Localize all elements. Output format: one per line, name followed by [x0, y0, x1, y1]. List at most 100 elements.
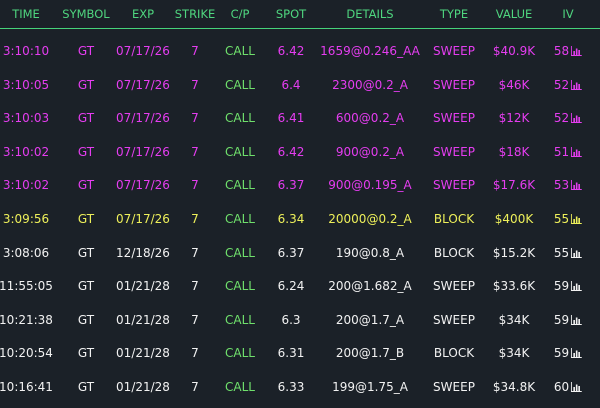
- cell-symbol: GT: [77, 111, 95, 126]
- iv-value: 51: [553, 144, 570, 159]
- cell-time: 10:21:38: [0, 312, 53, 327]
- cell-exp: 01/21/28: [116, 380, 170, 394]
- cell-cp: CALL: [225, 380, 255, 394]
- table-row[interactable]: 10:16:41 GT 01/21/28 7 CALL 6.33 199@1.75_A SWE…: [0, 370, 600, 404]
- table-row[interactable]: 10:21:38 GT 01/21/28 7 CALL 6.3 200@1.7_A SWEEP…: [0, 303, 600, 337]
- bar-chart-icon[interactable]: [571, 46, 583, 56]
- cell-type: SWEEP: [433, 77, 475, 92]
- bar-chart-icon[interactable]: [571, 281, 583, 292]
- cell-details: 600@0.2_A: [335, 111, 405, 126]
- table-row[interactable]: 10:20:54 GT 01/21/28 7 CALL 6.31 200@1.7_B BLOC…: [0, 336, 600, 370]
- header-symbol[interactable]: SYMBOL: [62, 0, 109, 28]
- cell-type: BLOCK: [433, 346, 475, 361]
- cell-time: 3:08:06: [2, 245, 50, 260]
- cell-exp: 12/18/26: [116, 245, 170, 260]
- header-spot[interactable]: SPOT: [276, 0, 306, 28]
- header-time[interactable]: TIME: [12, 0, 40, 28]
- cell-exp: 01/21/28: [116, 279, 170, 294]
- iv-value: 55: [553, 245, 570, 260]
- cell-iv: 59: [553, 303, 583, 337]
- cell-strike: 7: [191, 44, 199, 58]
- cell-cp: CALL: [225, 144, 255, 159]
- bar-chart-icon[interactable]: [571, 214, 583, 224]
- cell-symbol: GT: [77, 312, 95, 327]
- cell-type: BLOCK: [433, 212, 475, 226]
- bar-chart-icon[interactable]: [571, 79, 583, 90]
- cell-time: 3:10:05: [2, 77, 50, 92]
- cell-iv: 59: [553, 336, 583, 370]
- bar-chart-icon[interactable]: [571, 247, 583, 258]
- table-row[interactable]: 3:10:03 GT 07/17/26 7 CALL 6.41 600@0.2_A SWEEP…: [0, 101, 600, 135]
- cell-type: BLOCK: [433, 245, 475, 260]
- cell-type: SWEEP: [433, 44, 475, 58]
- cell-iv: 55: [553, 202, 583, 236]
- table-row[interactable]: 3:10:10 GT 07/17/26 7 CALL 6.42 1659@0.246_AA S…: [0, 34, 600, 68]
- cell-strike: 7: [191, 77, 199, 92]
- cell-value: $18K: [498, 144, 530, 159]
- cell-iv: 60: [553, 370, 583, 404]
- cell-symbol: GT: [77, 44, 95, 58]
- table-row[interactable]: 3:10:02 GT 07/17/26 7 CALL 6.37 900@0.195_A SWE…: [0, 168, 600, 202]
- cell-spot: 6.34: [277, 212, 305, 226]
- cell-time: 3:10:03: [2, 111, 50, 126]
- header-type[interactable]: TYPE: [440, 0, 468, 28]
- cell-value: $34K: [498, 312, 530, 327]
- table-row[interactable]: 3:09:56 GT 07/17/26 7 CALL 6.34 20000@0.2_A BLO…: [0, 202, 600, 236]
- cell-exp: 07/17/26: [116, 77, 170, 92]
- bar-chart-icon[interactable]: [571, 382, 583, 392]
- cell-symbol: GT: [77, 346, 95, 361]
- bar-chart-icon[interactable]: [571, 314, 583, 325]
- cell-details: 2300@0.2_A: [332, 77, 408, 92]
- bar-chart-icon[interactable]: [571, 348, 583, 359]
- cell-strike: 7: [191, 144, 199, 159]
- cell-strike: 7: [191, 245, 199, 260]
- header-exp[interactable]: EXP: [132, 0, 154, 28]
- cell-time: 3:10:02: [2, 178, 50, 193]
- cell-iv: 52: [553, 68, 583, 102]
- cell-symbol: GT: [77, 380, 95, 394]
- cell-strike: 7: [191, 346, 199, 361]
- cell-cp: CALL: [225, 111, 255, 126]
- cell-symbol: GT: [77, 77, 95, 92]
- cell-cp: CALL: [225, 312, 255, 327]
- bar-chart-icon[interactable]: [571, 146, 583, 157]
- header-details[interactable]: DETAILS: [346, 0, 393, 28]
- iv-value: 52: [553, 77, 570, 92]
- header-iv[interactable]: IV: [562, 0, 573, 28]
- header-strike[interactable]: STRIKE: [175, 0, 216, 28]
- cell-symbol: GT: [77, 178, 95, 193]
- cell-symbol: GT: [77, 144, 95, 159]
- cell-time: 3:09:56: [2, 212, 50, 226]
- cell-spot: 6.37: [277, 178, 305, 193]
- table-row[interactable]: 3:10:02 GT 07/17/26 7 CALL 6.42 900@0.2_A SWEEP…: [0, 135, 600, 169]
- table-row[interactable]: 11:55:05 GT 01/21/28 7 CALL 6.24 200@1.682_A SW…: [0, 269, 600, 303]
- cell-details: 200@1.7_B: [335, 346, 405, 361]
- cell-cp: CALL: [225, 346, 255, 361]
- cell-value: $34K: [498, 346, 530, 361]
- iv-value: 59: [553, 312, 570, 327]
- table-row[interactable]: 3:10:05 GT 07/17/26 7 CALL 6.4 2300@0.2_A SWEEP…: [0, 68, 600, 102]
- iv-value: 59: [553, 346, 570, 361]
- cell-details: 900@0.195_A: [328, 178, 412, 193]
- iv-value: 58: [553, 44, 570, 58]
- cell-value: $33.6K: [492, 279, 536, 294]
- header-value[interactable]: VALUE: [496, 0, 533, 28]
- bar-chart-icon[interactable]: [571, 113, 583, 124]
- cell-exp: 07/17/26: [116, 212, 170, 226]
- cell-spot: 6.33: [277, 380, 305, 394]
- cell-strike: 7: [191, 212, 199, 226]
- cell-symbol: GT: [77, 279, 95, 294]
- cell-time: 3:10:10: [2, 44, 50, 58]
- cell-iv: 59: [554, 269, 583, 303]
- cell-spot: 6.37: [277, 245, 305, 260]
- header-cp[interactable]: C/P: [231, 0, 250, 28]
- cell-time: 10:20:54: [0, 346, 53, 361]
- cell-spot: 6.3: [281, 312, 301, 327]
- cell-type: SWEEP: [433, 380, 475, 394]
- iv-value: 53: [553, 178, 570, 193]
- cell-exp: 01/21/28: [116, 312, 170, 327]
- bar-chart-icon[interactable]: [571, 180, 583, 191]
- iv-value: 55: [553, 212, 570, 226]
- table-row[interactable]: 3:08:06 GT 12/18/26 7 CALL 6.37 190@0.8_A BLOCK…: [0, 236, 600, 270]
- iv-value: 60: [553, 380, 570, 394]
